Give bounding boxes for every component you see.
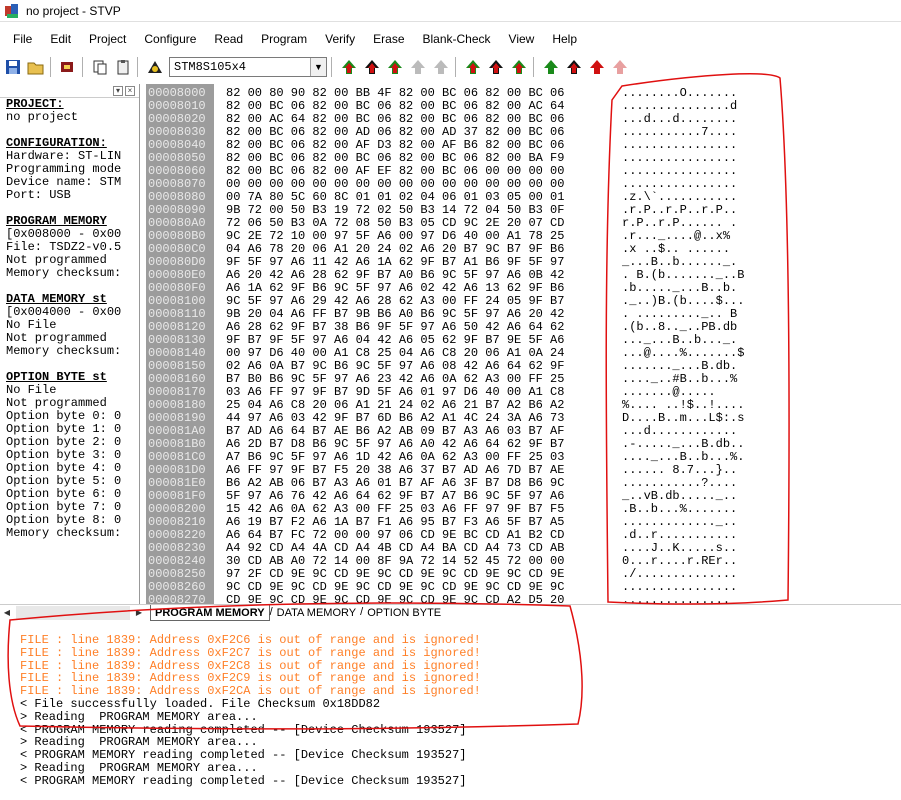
log-output: FILE : line 1839: Address 0xF2C6 is out … bbox=[0, 624, 901, 800]
log-info-line: < PROGRAM MEMORY reading completed -- [D… bbox=[20, 773, 467, 788]
verify-area-icon[interactable] bbox=[564, 57, 584, 77]
ascii-column: ........O....... ...............d ...d...d… bbox=[608, 84, 758, 605]
menu-bar: File Edit Project Configure Read Program Verif… bbox=[0, 28, 581, 50]
close-icon[interactable]: × bbox=[125, 85, 135, 96]
device-select-value: STM8S105x4 bbox=[174, 60, 247, 74]
menu-item-help[interactable]: Help bbox=[538, 32, 581, 46]
program-area-icon[interactable] bbox=[587, 57, 607, 77]
menu-item-file[interactable]: File bbox=[0, 32, 36, 46]
read-area-icon[interactable] bbox=[541, 57, 561, 77]
menu-item-blank-check[interactable]: Blank-Check bbox=[409, 32, 495, 46]
menu-item-erase[interactable]: Erase bbox=[359, 32, 408, 46]
info-line: Memory checksum: bbox=[6, 526, 122, 540]
collapse-icon[interactable]: ▾ bbox=[113, 85, 123, 96]
toolbar-separator bbox=[137, 57, 138, 77]
copy-icon[interactable] bbox=[90, 57, 110, 77]
tab-data-memory[interactable]: DATA MEMORY bbox=[273, 605, 360, 621]
menu-item-project[interactable]: Project bbox=[75, 32, 130, 46]
project-info-panel: ▾ × PROJECT: no project CONFIGURATION: Hard… bbox=[0, 84, 140, 606]
info-line: Port: USB bbox=[6, 188, 71, 202]
program-tab-icon[interactable] bbox=[509, 57, 529, 77]
programmer-icon[interactable] bbox=[58, 57, 78, 77]
save-icon[interactable] bbox=[3, 57, 23, 77]
hex-bytes[interactable]: CD 9E 9C CD 9E 9C CD 9E 9C CD 9E 9C CD A… bbox=[214, 594, 606, 605]
menu-item-read[interactable]: Read bbox=[200, 32, 247, 46]
log-error-line: FILE : line 1839: Address 0xF2C7 is out … bbox=[20, 645, 481, 660]
menu-item-verify[interactable]: Verify bbox=[311, 32, 359, 46]
window-title: no project - STVP bbox=[26, 3, 121, 18]
info-line: Memory checksum: bbox=[6, 344, 122, 358]
read-all-icon[interactable] bbox=[362, 57, 382, 77]
toolbar-separator bbox=[331, 57, 332, 77]
menu-item-edit[interactable]: Edit bbox=[36, 32, 75, 46]
horizontal-scrollbar[interactable]: ◀ ▶ bbox=[0, 604, 146, 622]
log-info-line: > Reading PROGRAM MEMORY area... bbox=[20, 709, 258, 724]
open-folder-icon[interactable] bbox=[26, 57, 46, 77]
scroll-right-icon[interactable]: ▶ bbox=[132, 606, 146, 620]
ascii-row: ............... bbox=[622, 593, 731, 605]
read-tab-icon[interactable] bbox=[463, 57, 483, 77]
toolbar: STM8S105x4 ▼ bbox=[0, 54, 901, 80]
scroll-left-icon[interactable]: ◀ bbox=[0, 606, 14, 620]
menu-item-view[interactable]: View bbox=[495, 32, 539, 46]
device-select[interactable]: STM8S105x4 ▼ bbox=[169, 57, 327, 77]
info-line: no project bbox=[6, 110, 79, 124]
erase-area-icon[interactable] bbox=[610, 57, 630, 77]
vertical-scrollbar[interactable] bbox=[758, 84, 774, 604]
hex-address: 00008270 bbox=[148, 593, 206, 605]
paste-icon[interactable] bbox=[113, 57, 133, 77]
memory-tabs: PROGRAM MEMORY / DATA MEMORY / OPTION BYTE bbox=[150, 605, 445, 621]
read-current-icon[interactable] bbox=[339, 57, 359, 77]
toolbar-separator bbox=[455, 57, 456, 77]
hex-memory-view[interactable]: 00008000 82 00 80 90 82 00 BB 4F 82 00 BC… bbox=[146, 84, 608, 604]
title-bar: no project - STVP bbox=[0, 0, 901, 22]
stvp-app-icon bbox=[4, 3, 20, 19]
tab-program-memory[interactable]: PROGRAM MEMORY bbox=[150, 605, 270, 621]
program-icon[interactable] bbox=[385, 57, 405, 77]
toolbar-separator bbox=[533, 57, 534, 77]
toolbar-separator bbox=[82, 57, 83, 77]
chevron-down-icon[interactable]: ▼ bbox=[310, 58, 326, 76]
panel-header: ▾ × bbox=[0, 84, 139, 98]
disabled-action-icon[interactable] bbox=[431, 57, 451, 77]
scroll-track[interactable] bbox=[16, 606, 130, 620]
chip-icon bbox=[145, 57, 165, 77]
disabled-action-icon[interactable] bbox=[408, 57, 428, 77]
verify-tab-icon[interactable] bbox=[486, 57, 506, 77]
toolbar-separator bbox=[50, 57, 51, 77]
menu-item-program[interactable]: Program bbox=[247, 32, 311, 46]
menu-item-configure[interactable]: Configure bbox=[130, 32, 200, 46]
hex-row[interactable]: 00008270 CD 9E 9C CD 9E 9C CD 9E 9C CD 9E… bbox=[146, 593, 608, 605]
tab-option-byte[interactable]: OPTION BYTE bbox=[363, 605, 445, 621]
info-line: Memory checksum: bbox=[6, 266, 122, 280]
